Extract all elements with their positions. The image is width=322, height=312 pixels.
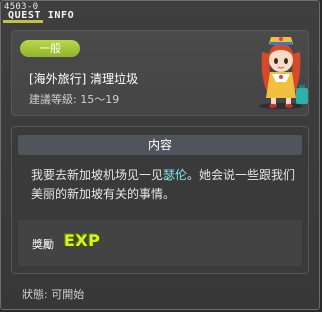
quest-name: [海外旅行] 清理垃圾 bbox=[29, 72, 139, 86]
content-header: 内容 bbox=[18, 135, 302, 155]
npc-portrait-icon bbox=[259, 37, 308, 109]
npc-name-highlight[interactable]: 瑟伦 bbox=[163, 168, 187, 182]
title-bar[interactable]: 4503-0 QUEST INFO bbox=[1, 1, 319, 23]
exp-icon[interactable]: EXP bbox=[64, 231, 101, 250]
title-accent-bar bbox=[3, 20, 43, 23]
quest-status: 狀態: 可開始 bbox=[22, 288, 85, 301]
reward-box bbox=[18, 220, 302, 266]
description-text-start: 我要去新加坡机场见一见 bbox=[31, 168, 164, 182]
reward-label: 獎勵 bbox=[32, 238, 54, 251]
quest-description: 我要去新加坡机场见一见瑟伦。她会说一些跟我们美丽的新加坡有关的事情。 bbox=[31, 166, 301, 204]
quest-category-badge: 一般 bbox=[20, 40, 80, 57]
quest-recommended-level: 建議等級: 15～19 bbox=[29, 93, 120, 106]
